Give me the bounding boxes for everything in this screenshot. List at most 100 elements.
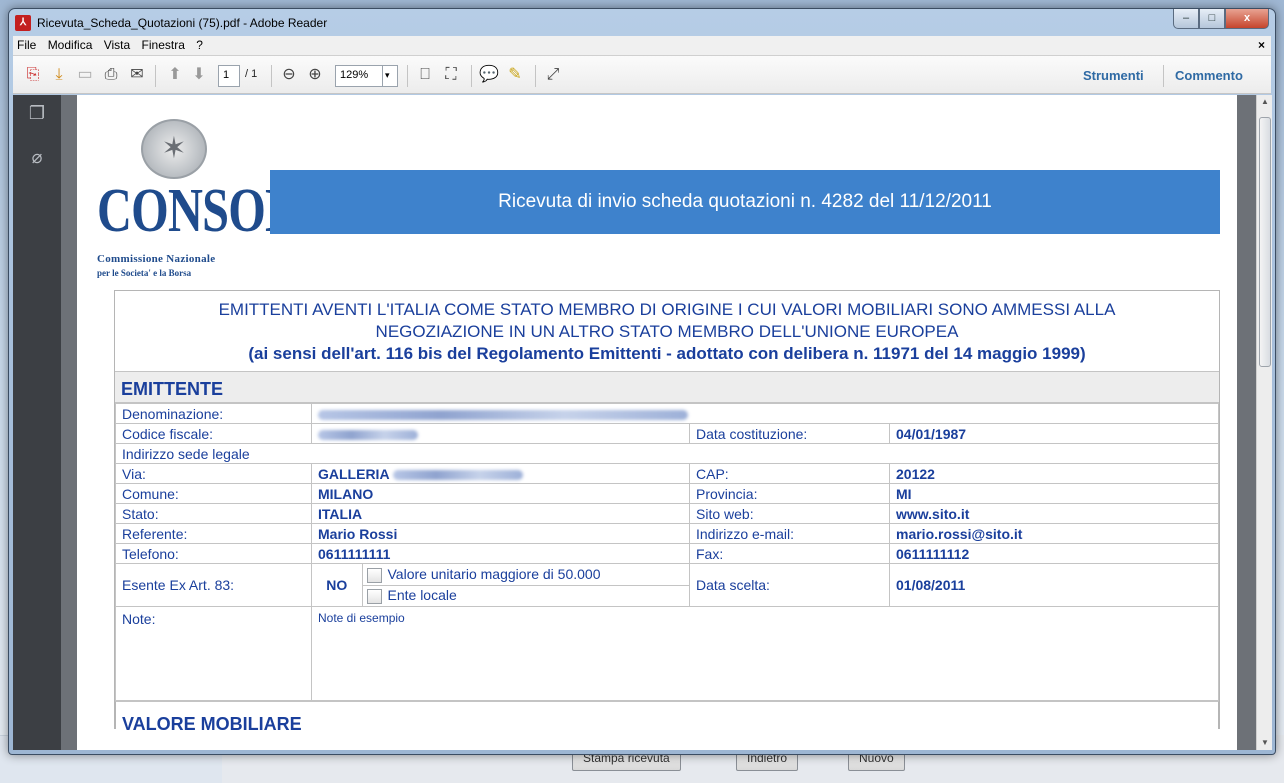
ente-checkbox[interactable] xyxy=(366,589,382,605)
note-label: Note: xyxy=(115,606,312,701)
stato-label: Stato: xyxy=(115,503,312,524)
provincia-label: Provincia: xyxy=(689,483,890,504)
fit-width-icon[interactable]: ⛶ xyxy=(441,65,461,85)
minimize-button[interactable]: – xyxy=(1173,9,1199,29)
data-costituzione-value: 04/01/1987 xyxy=(889,423,1219,444)
data-costituzione-label: Data costituzione: xyxy=(689,423,890,444)
consob-logo: ✶ CONSOB Commissione Nazionale per le So… xyxy=(97,119,297,279)
stato-value: ITALIA xyxy=(311,503,690,524)
save-icon[interactable]: ▭ xyxy=(75,65,95,85)
referente-value: Mario Rossi xyxy=(311,523,690,544)
denominazione-label: Denominazione: xyxy=(115,403,312,424)
check-ente-row: Ente locale xyxy=(362,585,689,606)
previous-page-icon[interactable]: ⬆ xyxy=(165,65,185,85)
valore-checkbox[interactable] xyxy=(366,567,382,583)
page-thumbnails-icon[interactable]: ❐ xyxy=(27,103,47,123)
menu-modifica[interactable]: Modifica xyxy=(44,36,97,54)
italian-emblem-icon: ✶ xyxy=(141,119,207,179)
toolbar-divider xyxy=(535,65,536,87)
pdf-page: ✶ CONSOB Commissione Nazionale per le So… xyxy=(77,95,1237,750)
open-file-icon[interactable]: ⤓ xyxy=(49,65,69,85)
section-emittente: EMITTENTE xyxy=(115,371,1219,403)
sito-value: www.sito.it xyxy=(889,503,1219,524)
codice-fiscale-label: Codice fiscale: xyxy=(115,423,312,444)
fax-value: 0611111112 xyxy=(889,543,1219,564)
table-row: Denominazione: xyxy=(115,403,1219,424)
menu-finestra[interactable]: Finestra xyxy=(138,36,189,54)
zoom-out-icon[interactable]: ⊖ xyxy=(279,65,299,85)
comment-icon[interactable]: 💬 xyxy=(479,65,499,85)
provincia-value: MI xyxy=(889,483,1219,504)
maximize-button[interactable]: □ xyxy=(1199,9,1225,29)
redacted-text xyxy=(318,409,688,420)
table-row: Note: Note di esempio xyxy=(115,606,1219,701)
codice-fiscale-value xyxy=(311,423,690,444)
close-document-button[interactable]: × xyxy=(1258,38,1265,52)
data-scelta-label: Data scelta: xyxy=(689,563,890,607)
menu-file[interactable]: File xyxy=(13,36,40,54)
title-bar[interactable]: ⅄ Ricevuta_Scheda_Quotazioni (75).pdf - … xyxy=(9,9,1275,37)
zoom-in-icon[interactable]: ⊕ xyxy=(305,65,325,85)
tools-button[interactable]: Strumenti xyxy=(1083,68,1144,83)
referente-label: Referente: xyxy=(115,523,312,544)
page-total: / 1 xyxy=(245,68,258,80)
heading-line-3: (ai sensi dell'art. 116 bis del Regolame… xyxy=(248,344,1086,363)
scroll-up-icon[interactable]: ▲ xyxy=(1260,97,1270,107)
sito-label: Sito web: xyxy=(689,503,890,524)
table-row: Indirizzo sede legale xyxy=(115,443,1219,464)
toolbar-divider xyxy=(1163,65,1164,87)
check-valore-row: Valore unitario maggiore di 50.000 xyxy=(362,564,689,586)
telefono-value: 0611111111 xyxy=(311,543,690,564)
table-row: Telefono: 0611111111 Fax: 0611111112 xyxy=(115,543,1219,564)
valore-checkbox-label: Valore unitario maggiore di 50.000 xyxy=(387,565,601,582)
logo-subtitle-1: Commissione Nazionale xyxy=(97,253,216,265)
esente-cell: NO Valore unitario maggiore di 50.000 En… xyxy=(311,563,690,607)
indirizzo-label: Indirizzo sede legale xyxy=(115,443,1219,464)
receipt-form: EMITTENTI AVENTI L'ITALIA COME STATO MEM… xyxy=(114,290,1220,734)
note-value: Note di esempio xyxy=(311,606,1219,701)
toolbar-divider xyxy=(407,65,408,87)
highlight-icon[interactable]: ✎ xyxy=(505,65,525,85)
comment-panel-button[interactable]: Commento xyxy=(1175,68,1243,83)
close-window-button[interactable]: x xyxy=(1225,9,1269,29)
telefono-label: Telefono: xyxy=(115,543,312,564)
attachments-icon[interactable]: ⌀ xyxy=(27,147,47,167)
toolbar: ⎘ ⤓ ▭ ⎙ ✉ ⬆ ⬇ 1 / 1 ⊖ ⊕ 129% ▾ ⎕ ⛶ 💬 ✎ ⤢… xyxy=(13,56,1271,94)
scroll-down-icon[interactable]: ▼ xyxy=(1260,738,1270,748)
email-icon[interactable]: ✉ xyxy=(127,65,147,85)
section-valore-mobiliare: VALORE MOBILIARE xyxy=(115,701,1219,734)
via-value: GALLERIA xyxy=(311,463,690,484)
data-scelta-value: 01/08/2011 xyxy=(889,563,1219,607)
fax-label: Fax: xyxy=(689,543,890,564)
comune-label: Comune: xyxy=(115,483,312,504)
toolbar-divider xyxy=(471,65,472,87)
expand-icon[interactable]: ⤢ xyxy=(543,65,563,85)
create-pdf-icon[interactable]: ⎘ xyxy=(23,65,43,85)
scrollbar-thumb[interactable] xyxy=(1259,117,1271,367)
denominazione-value xyxy=(311,403,1219,424)
esente-value: NO xyxy=(312,564,363,606)
menu-vista[interactable]: Vista xyxy=(100,36,134,54)
vertical-scrollbar[interactable]: ▲ ▼ xyxy=(1256,95,1272,750)
page-number-input[interactable]: 1 xyxy=(218,65,240,87)
next-page-icon[interactable]: ⬇ xyxy=(189,65,209,85)
comune-value: MILANO xyxy=(311,483,690,504)
logo-text: CONSOB xyxy=(97,177,297,245)
heading-line-1: EMITTENTI AVENTI L'ITALIA COME STATO MEM… xyxy=(218,300,1116,319)
fit-page-icon[interactable]: ⎕ xyxy=(415,65,435,85)
print-icon[interactable]: ⎙ xyxy=(101,65,121,85)
table-row: Codice fiscale: Data costituzione: 04/01… xyxy=(115,423,1219,444)
cap-value: 20122 xyxy=(889,463,1219,484)
adobe-reader-window: ⅄ Ricevuta_Scheda_Quotazioni (75).pdf - … xyxy=(8,8,1276,755)
document-viewer[interactable]: ✶ CONSOB Commissione Nazionale per le So… xyxy=(61,95,1256,750)
table-row: Esente Ex Art. 83: NO Valore unitario ma… xyxy=(115,563,1219,607)
toolbar-divider xyxy=(155,65,156,87)
emittente-table: Denominazione: Codice fiscale: Data cost… xyxy=(115,403,1219,701)
zoom-level-input[interactable]: 129% xyxy=(335,65,383,87)
redacted-text xyxy=(392,469,523,480)
via-label: Via: xyxy=(115,463,312,484)
email-value: mario.rossi@sito.it xyxy=(889,523,1219,544)
zoom-dropdown-icon[interactable]: ▾ xyxy=(382,65,398,87)
table-row: Comune: MILANO Provincia: MI xyxy=(115,483,1219,504)
menu-help[interactable]: ? xyxy=(192,36,207,54)
